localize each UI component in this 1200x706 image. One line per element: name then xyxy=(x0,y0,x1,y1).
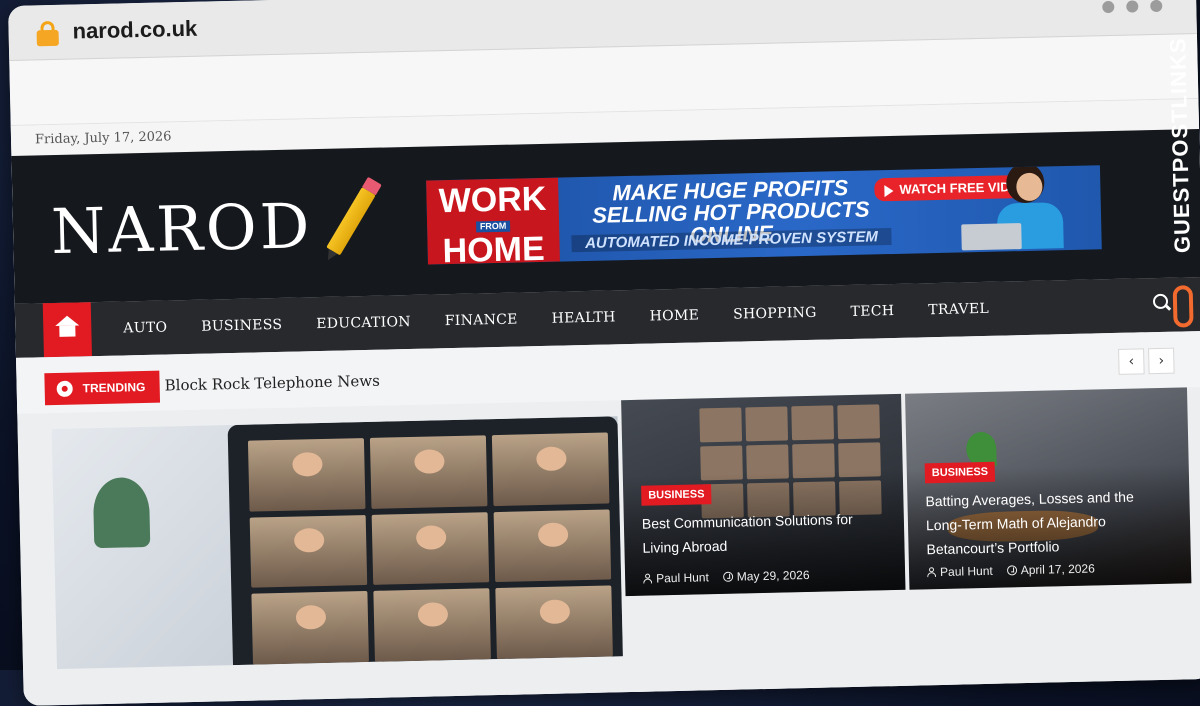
ad-home-text: HOME xyxy=(442,229,546,265)
ad-work-text: WORK xyxy=(438,179,547,221)
ad-banner[interactable]: WORK FROM HOME MAKE HUGE PROFITS SELLING… xyxy=(426,165,1102,265)
pencil-icon xyxy=(326,187,376,256)
url-text[interactable]: narod.co.uk xyxy=(72,16,197,45)
watermark-links-text: LINKS xyxy=(1165,37,1192,109)
clock-icon xyxy=(1006,565,1017,576)
post-author[interactable]: Paul Hunt xyxy=(656,570,709,585)
ad-work-from-home: WORK FROM HOME xyxy=(426,177,560,265)
post-card[interactable]: BUSINESS Best Communication Solutions fo… xyxy=(621,393,906,597)
window-dot-icon[interactable] xyxy=(1126,0,1139,13)
trending-label: TRENDING xyxy=(44,370,160,406)
trending-label-text: TRENDING xyxy=(82,379,146,396)
nav-item-education[interactable]: EDUCATION xyxy=(316,314,411,332)
window-controls xyxy=(1102,0,1163,14)
masthead: NAROD WORK FROM HOME MAKE HUGE PROFITS S… xyxy=(11,129,1200,304)
user-icon xyxy=(927,567,936,577)
ad-woman-illustration xyxy=(960,167,1092,251)
featured-grid: BUSINESS Best Communication Solutions fo… xyxy=(17,387,1200,674)
nav-item-tech[interactable]: TECH xyxy=(850,303,894,320)
trending-dot-icon xyxy=(56,380,73,397)
clock-icon xyxy=(722,571,733,582)
post-author[interactable]: Paul Hunt xyxy=(940,564,993,579)
watermark-text: GUESTPOST xyxy=(1166,108,1195,254)
nav-item-finance[interactable]: FINANCE xyxy=(445,312,518,330)
site-logo[interactable]: NAROD xyxy=(50,189,313,268)
play-icon xyxy=(884,184,894,197)
nav-item-home[interactable]: HOME xyxy=(650,307,700,324)
browser-window: narod.co.uk Friday, July 17, 2026 NAROD … xyxy=(8,0,1200,706)
chain-link-icon xyxy=(1172,285,1194,328)
post-date: April 17, 2026 xyxy=(1020,561,1095,578)
nav-item-travel[interactable]: TRAVEL xyxy=(928,301,989,318)
window-dot-icon[interactable] xyxy=(1102,0,1115,14)
post-date: May 29, 2026 xyxy=(736,567,810,584)
trending-headline[interactable]: Block Rock Telephone News xyxy=(164,372,380,395)
nav-item-health[interactable]: HEALTH xyxy=(552,309,616,326)
post-title[interactable]: Batting Averages, Losses and the Long-Te… xyxy=(925,484,1173,562)
web-page: Friday, July 17, 2026 NAROD WORK FROM HO… xyxy=(10,99,1200,706)
trending-arrows: ‹ › xyxy=(1118,347,1175,375)
home-icon xyxy=(58,322,76,338)
post-card[interactable]: BUSINESS Batting Averages, Losses and th… xyxy=(905,387,1192,590)
category-badge[interactable]: BUSINESS xyxy=(641,484,712,506)
window-dot-icon[interactable] xyxy=(1150,0,1163,13)
post-title[interactable]: Best Communication Solutions for Living … xyxy=(642,506,887,560)
user-icon xyxy=(643,574,652,584)
chevron-left-icon[interactable]: ‹ xyxy=(1118,348,1145,375)
category-badge[interactable]: BUSINESS xyxy=(924,461,996,484)
home-button[interactable] xyxy=(42,302,92,358)
nav-item-business[interactable]: BUSINESS xyxy=(201,317,282,335)
chevron-right-icon[interactable]: › xyxy=(1148,347,1175,375)
lock-icon xyxy=(36,20,59,47)
hero-image[interactable] xyxy=(51,416,623,670)
nav-item-shopping[interactable]: SHOPPING xyxy=(733,305,817,323)
nav-item-auto[interactable]: AUTO xyxy=(123,319,167,336)
